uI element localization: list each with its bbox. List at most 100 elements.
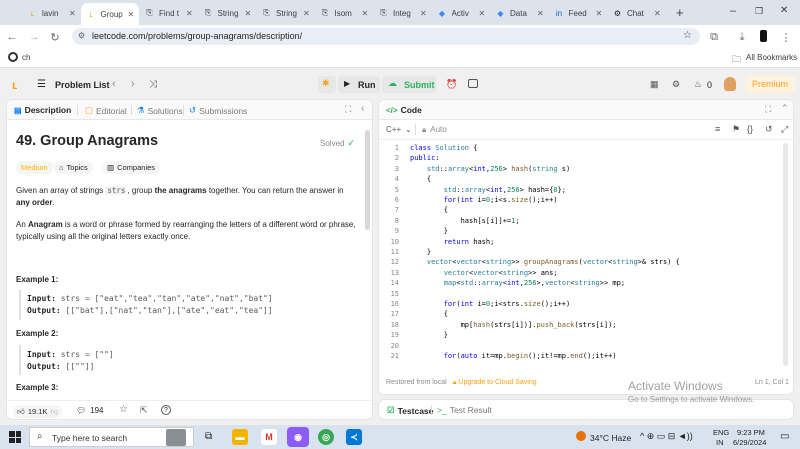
share-icon[interactable]: ⇱ (140, 405, 148, 416)
gmail-icon[interactable]: M (261, 429, 277, 445)
browser-tab[interactable]: ⎘ Isom ✕ (315, 3, 374, 23)
language-select[interactable]: C++ ⌄ (386, 125, 412, 134)
leetcode-logo-icon[interactable]: ʟ (12, 78, 17, 92)
close-tab-icon[interactable]: ✕ (362, 9, 369, 18)
system-tray-icons[interactable]: ^ ⊕ ▭ ⊟ ◄)) (640, 431, 693, 442)
close-tab-icon[interactable]: ✕ (596, 9, 603, 18)
alarm-clock-icon[interactable]: ⏰ (446, 79, 457, 90)
code-line[interactable]: 16 for(int i=0;i<strs.size();i++) (379, 299, 789, 309)
code-line[interactable]: 12 vector<vector<string>> groupAnagrams(… (379, 257, 789, 267)
reload-icon[interactable]: ↻ (47, 29, 63, 45)
browser-tab[interactable]: in Feed ✕ (549, 3, 608, 23)
topics-badge[interactable]: ⌂ Topics (54, 161, 93, 174)
browser-tab[interactable]: ⎘ String ✕ (198, 3, 257, 23)
code-scrollbar[interactable] (783, 143, 788, 366)
new-tab-button[interactable]: + (676, 5, 684, 20)
debug-button[interactable]: ✱ (318, 76, 336, 93)
downloads-icon[interactable]: ⤓ (734, 29, 750, 45)
maximize-panel-icon[interactable]: ⛶ (345, 104, 351, 115)
shuffle-icon[interactable]: ⤨ (149, 79, 157, 90)
help-icon[interactable]: ? (161, 405, 171, 415)
forward-icon[interactable]: → (26, 29, 42, 45)
minimize-button[interactable]: – (730, 5, 736, 17)
maximize-code-icon[interactable]: ⛶ (765, 104, 771, 115)
code-line[interactable]: 18 mp[hash(strs[i])].push_back(strs[i]); (379, 320, 789, 330)
tab-editorial[interactable]: ▢ Editorial (85, 105, 127, 116)
comments-button[interactable]: 💬︎ 194 (76, 406, 104, 415)
site-info-icon[interactable]: ⚙ (78, 31, 85, 40)
thumbs-down-icon[interactable]: 👎︎ (50, 405, 58, 418)
profile-icon[interactable] (760, 30, 767, 42)
code-line[interactable]: 15 (379, 289, 789, 299)
collapse-code-icon[interactable]: ⌃ (781, 103, 789, 114)
file-explorer-icon[interactable]: ▬ (232, 429, 248, 445)
back-icon[interactable]: ← (4, 29, 20, 45)
code-line[interactable]: 7 { (379, 205, 789, 215)
code-line[interactable]: 14 map<std::array<int,256>,vector<string… (379, 278, 789, 288)
collapse-panel-icon[interactable]: ‹ (361, 103, 364, 114)
browser-tab[interactable]: ◆ Activ ✕ (432, 3, 491, 23)
tab-testcase[interactable]: ☑ Testcase (387, 405, 433, 416)
avatar[interactable] (724, 77, 736, 91)
next-problem-icon[interactable]: › (131, 78, 135, 90)
task-view-icon[interactable]: ⧉ (205, 431, 212, 442)
vscode-icon[interactable]: ≺ (346, 429, 362, 445)
chrome-icon[interactable]: ◎ (318, 429, 334, 445)
format-icon[interactable]: ≡ (715, 124, 720, 134)
close-tab-icon[interactable]: ✕ (654, 9, 661, 18)
reset-icon[interactable]: ↺ (765, 124, 773, 135)
tab-test-result[interactable]: >_ Test Result (437, 405, 492, 415)
code-line[interactable]: 1 class Solution { (379, 143, 789, 153)
bookmark-item[interactable]: ch (22, 53, 30, 62)
bookmark-icon[interactable]: ⚑ (732, 124, 740, 135)
tab-solutions[interactable]: ⚗ Solutions (137, 105, 183, 116)
description-scrollbar[interactable] (365, 130, 370, 230)
bookmark-star-icon[interactable]: ☆ (683, 30, 692, 41)
browser-tab[interactable]: ⎘ String ✕ (256, 3, 315, 23)
maximize-button[interactable]: ❐ (755, 6, 763, 17)
code-line[interactable]: 19 } (379, 330, 789, 340)
star-icon[interactable]: ☆ (119, 404, 128, 415)
code-editor[interactable]: 1 class Solution {2 public: 3 std::array<in… (379, 143, 789, 366)
tab-submissions[interactable]: ↺ Submissions (189, 105, 247, 116)
tab-code[interactable]: </> Code (386, 105, 422, 115)
close-tab-icon[interactable]: ✕ (303, 9, 310, 18)
close-window-button[interactable]: ✕ (780, 5, 788, 16)
auto-mode[interactable]: 🔒︎ Auto (422, 125, 447, 135)
settings-icon[interactable]: ⚙ (672, 79, 680, 90)
close-tab-icon[interactable]: ✕ (69, 9, 76, 18)
code-line[interactable]: 11 } (379, 247, 789, 257)
weather-icon[interactable] (576, 431, 586, 441)
clock-time[interactable]: 9:23 PM (737, 428, 765, 437)
code-line[interactable]: 20 (379, 341, 789, 351)
extensions-icon[interactable]: ⧉ (706, 29, 722, 45)
close-tab-icon[interactable]: ✕ (479, 9, 486, 18)
code-line[interactable]: 4 { (379, 174, 789, 184)
code-line[interactable]: 10 return hash; (379, 237, 789, 247)
code-line[interactable]: 5 std::array<int,256> hash={0}; (379, 185, 789, 195)
upgrade-link[interactable]: 🔒︎ Upgrade to Cloud Saving (453, 379, 537, 387)
code-line[interactable]: 9 } (379, 226, 789, 236)
close-tab-icon[interactable]: ✕ (420, 9, 427, 18)
browser-tab[interactable]: ʟ Group ✕ (80, 3, 140, 25)
code-line[interactable]: 3 std::array<int,256> hash(string s) (379, 164, 789, 174)
braces-icon[interactable]: {} (747, 124, 753, 134)
close-tab-icon[interactable]: ✕ (128, 10, 135, 19)
premium-button[interactable]: Premium (745, 76, 795, 93)
code-line[interactable]: 8 hash[s[i]]+=1; (379, 216, 789, 226)
companies-badge[interactable]: ▥ Companies (102, 161, 161, 174)
difficulty-badge[interactable]: Medium (16, 161, 53, 174)
close-tab-icon[interactable]: ✕ (186, 9, 193, 18)
code-line[interactable]: 6 for(int i=0;i<s.size();i++) (379, 195, 789, 205)
language-indicator[interactable]: ENG (713, 428, 729, 437)
url-bar[interactable]: ⚙ leetcode.com/problems/group-anagrams/d… (72, 28, 700, 45)
browser-tab[interactable]: ʟ lavin ✕ (22, 3, 81, 23)
submit-button[interactable]: ☁ Submit (382, 76, 436, 93)
prev-problem-icon[interactable]: ‹ (112, 78, 116, 90)
media-app-icon[interactable]: ◉ (287, 427, 309, 447)
fullscreen-icon[interactable]: ⤢ (781, 124, 788, 135)
code-line[interactable]: 17 { (379, 309, 789, 319)
browser-tab[interactable]: ⎘ Integ ✕ (373, 3, 432, 23)
notes-icon[interactable] (468, 79, 478, 88)
close-tab-icon[interactable]: ✕ (245, 9, 252, 18)
